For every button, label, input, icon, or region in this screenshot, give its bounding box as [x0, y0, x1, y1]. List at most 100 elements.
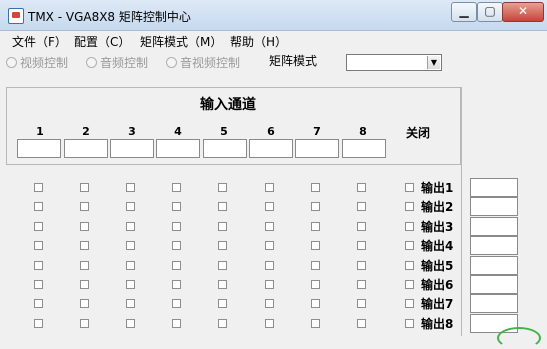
route-checkbox-out5-in5[interactable] — [218, 261, 227, 270]
route-checkbox-out8-in3[interactable] — [126, 319, 135, 328]
av-control-radio[interactable]: 音视频控制 — [166, 54, 240, 71]
route-checkbox-out8-in5[interactable] — [218, 319, 227, 328]
route-checkbox-out7-in8[interactable] — [357, 299, 366, 308]
route-checkbox-out5-in7[interactable] — [311, 261, 320, 270]
route-checkbox-out6-in1[interactable] — [34, 280, 43, 289]
route-checkbox-out4-in6[interactable] — [265, 241, 274, 250]
close-checkbox-out5[interactable] — [405, 261, 414, 270]
route-checkbox-out2-in5[interactable] — [218, 202, 227, 211]
input-name-field-4[interactable] — [156, 139, 200, 158]
route-checkbox-out7-in5[interactable] — [218, 299, 227, 308]
route-checkbox-out4-in3[interactable] — [126, 241, 135, 250]
route-checkbox-out6-in8[interactable] — [357, 280, 366, 289]
route-checkbox-out6-in5[interactable] — [218, 280, 227, 289]
route-checkbox-out3-in2[interactable] — [80, 222, 89, 231]
route-checkbox-out1-in6[interactable] — [265, 183, 274, 192]
input-name-field-3[interactable] — [110, 139, 154, 158]
route-checkbox-out6-in2[interactable] — [80, 280, 89, 289]
input-name-field-2[interactable] — [64, 139, 108, 158]
route-checkbox-out6-in4[interactable] — [172, 280, 181, 289]
route-checkbox-out2-in1[interactable] — [34, 202, 43, 211]
route-checkbox-out5-in4[interactable] — [172, 261, 181, 270]
route-checkbox-out3-in8[interactable] — [357, 222, 366, 231]
route-checkbox-out2-in8[interactable] — [357, 202, 366, 211]
route-checkbox-out1-in8[interactable] — [357, 183, 366, 192]
route-checkbox-out8-in6[interactable] — [265, 319, 274, 328]
close-checkbox-out3[interactable] — [405, 222, 414, 231]
close-checkbox-out8[interactable] — [405, 319, 414, 328]
route-checkbox-out4-in2[interactable] — [80, 241, 89, 250]
route-checkbox-out3-in4[interactable] — [172, 222, 181, 231]
menu-help[interactable]: 帮助（H） — [230, 33, 287, 50]
menu-bar: 文件（F） 配置（C） 矩阵模式（M） 帮助（H） — [0, 31, 547, 49]
close-checkbox-out6[interactable] — [405, 280, 414, 289]
route-checkbox-out7-in6[interactable] — [265, 299, 274, 308]
chevron-down-icon[interactable]: ▼ — [427, 56, 440, 69]
input-name-field-1[interactable] — [17, 139, 61, 158]
matrix-mode-select[interactable]: ▼ — [346, 54, 442, 71]
route-checkbox-out3-in7[interactable] — [311, 222, 320, 231]
route-checkbox-out8-in8[interactable] — [357, 319, 366, 328]
route-checkbox-out2-in4[interactable] — [172, 202, 181, 211]
video-control-radio[interactable]: 视频控制 — [6, 54, 68, 71]
output-name-field-7[interactable] — [470, 294, 518, 313]
route-checkbox-out4-in1[interactable] — [34, 241, 43, 250]
route-checkbox-out7-in2[interactable] — [80, 299, 89, 308]
route-checkbox-out3-in1[interactable] — [34, 222, 43, 231]
close-checkbox-out4[interactable] — [405, 241, 414, 250]
maximize-button[interactable]: ▢ — [477, 2, 503, 22]
route-checkbox-out5-in6[interactable] — [265, 261, 274, 270]
menu-file[interactable]: 文件（F） — [12, 33, 67, 50]
route-checkbox-out2-in3[interactable] — [126, 202, 135, 211]
route-checkbox-out4-in7[interactable] — [311, 241, 320, 250]
route-checkbox-out5-in8[interactable] — [357, 261, 366, 270]
input-name-field-7[interactable] — [295, 139, 339, 158]
route-checkbox-out7-in1[interactable] — [34, 299, 43, 308]
route-checkbox-out8-in1[interactable] — [34, 319, 43, 328]
route-checkbox-out6-in3[interactable] — [126, 280, 135, 289]
close-checkbox-out1[interactable] — [405, 183, 414, 192]
route-checkbox-out6-in6[interactable] — [265, 280, 274, 289]
output-name-field-3[interactable] — [470, 217, 518, 236]
route-checkbox-out2-in6[interactable] — [265, 202, 274, 211]
input-name-field-6[interactable] — [249, 139, 293, 158]
close-checkbox-out7[interactable] — [405, 299, 414, 308]
output-name-field-6[interactable] — [470, 275, 518, 294]
route-checkbox-out1-in2[interactable] — [80, 183, 89, 192]
output-name-field-4[interactable] — [470, 236, 518, 255]
minimize-button[interactable]: ▁ — [451, 2, 477, 22]
route-checkbox-out3-in6[interactable] — [265, 222, 274, 231]
route-checkbox-out5-in2[interactable] — [80, 261, 89, 270]
route-checkbox-out1-in7[interactable] — [311, 183, 320, 192]
input-name-field-5[interactable] — [203, 139, 247, 158]
output-name-field-1[interactable] — [470, 178, 518, 197]
menu-config[interactable]: 配置（C） — [74, 33, 130, 50]
route-checkbox-out3-in3[interactable] — [126, 222, 135, 231]
route-checkbox-out4-in5[interactable] — [218, 241, 227, 250]
close-checkbox-out2[interactable] — [405, 202, 414, 211]
output-name-field-5[interactable] — [470, 256, 518, 275]
menu-matrix-mode[interactable]: 矩阵模式（M） — [140, 33, 222, 50]
audio-control-radio[interactable]: 音频控制 — [86, 54, 148, 71]
route-checkbox-out1-in3[interactable] — [126, 183, 135, 192]
close-button[interactable]: ✕ — [502, 2, 544, 22]
output-name-field-2[interactable] — [470, 197, 518, 216]
route-checkbox-out6-in7[interactable] — [311, 280, 320, 289]
route-checkbox-out3-in5[interactable] — [218, 222, 227, 231]
route-checkbox-out7-in3[interactable] — [126, 299, 135, 308]
route-checkbox-out1-in5[interactable] — [218, 183, 227, 192]
route-checkbox-out1-in4[interactable] — [172, 183, 181, 192]
route-checkbox-out1-in1[interactable] — [34, 183, 43, 192]
route-checkbox-out2-in7[interactable] — [311, 202, 320, 211]
route-checkbox-out7-in7[interactable] — [311, 299, 320, 308]
route-checkbox-out4-in8[interactable] — [357, 241, 366, 250]
input-name-field-8[interactable] — [342, 139, 386, 158]
route-checkbox-out8-in2[interactable] — [80, 319, 89, 328]
route-checkbox-out4-in4[interactable] — [172, 241, 181, 250]
route-checkbox-out2-in2[interactable] — [80, 202, 89, 211]
route-checkbox-out7-in4[interactable] — [172, 299, 181, 308]
route-checkbox-out5-in1[interactable] — [34, 261, 43, 270]
route-checkbox-out8-in4[interactable] — [172, 319, 181, 328]
route-checkbox-out8-in7[interactable] — [311, 319, 320, 328]
route-checkbox-out5-in3[interactable] — [126, 261, 135, 270]
